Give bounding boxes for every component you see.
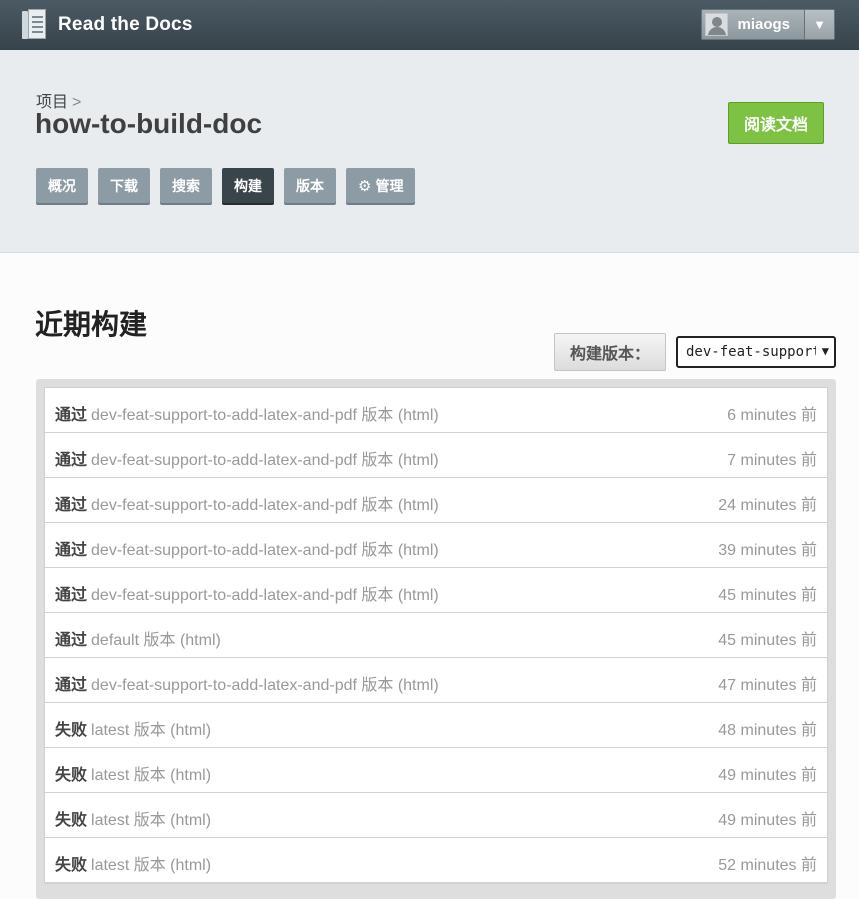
build-status: 失败 latest 版本 (html) — [55, 851, 211, 875]
username: miaogs — [737, 16, 790, 33]
build-row[interactable]: 通过 dev-feat-support-to-add-latex-and-pdf … — [45, 478, 827, 523]
build-status: 通过 dev-feat-support-to-add-latex-and-pdf … — [55, 491, 439, 515]
tab-search[interactable]: 搜索 — [160, 168, 212, 203]
build-status: 通过 dev-feat-support-to-add-latex-and-pdf … — [55, 446, 439, 470]
build-time: 6 minutes 前 — [727, 407, 817, 424]
build-status-label: 失败 — [55, 857, 88, 874]
build-row[interactable]: 通过 default 版本 (html) 45 minutes 前 — [45, 613, 827, 658]
tab-label: 下载 — [110, 177, 138, 194]
build-description: latest 版本 (html) — [91, 767, 212, 784]
build-description: default 版本 (html) — [91, 632, 221, 649]
tab-label: 管理 — [375, 177, 404, 194]
tab-label: 概况 — [48, 177, 76, 194]
build-status: 失败 latest 版本 (html) — [55, 806, 211, 830]
build-status-label: 通过 — [55, 632, 88, 649]
top-navbar: Read the Docs miaogs ▼ — [0, 0, 859, 50]
build-description: dev-feat-support-to-add-latex-and-pdf 版本… — [91, 587, 439, 604]
build-row[interactable]: 通过 dev-feat-support-to-add-latex-and-pdf … — [45, 568, 827, 613]
build-version-label: 构建版本： — [554, 333, 666, 371]
build-time: 45 minutes 前 — [718, 587, 817, 604]
build-status: 失败 latest 版本 (html) — [55, 716, 211, 740]
page-title[interactable]: how-to-build-doc — [35, 108, 262, 140]
build-row[interactable]: 失败 latest 版本 (html) 52 minutes 前 — [45, 838, 827, 883]
build-description: dev-feat-support-to-add-latex-and-pdf 版本… — [91, 497, 439, 514]
build-status-label: 失败 — [55, 812, 88, 829]
avatar — [705, 13, 729, 36]
build-status-label: 通过 — [55, 497, 88, 514]
build-status: 通过 default 版本 (html) — [55, 626, 221, 650]
tab-admin[interactable]: ⚙ 管理 — [346, 168, 416, 203]
user-menu[interactable]: miaogs ▼ — [701, 9, 835, 40]
build-description: dev-feat-support-to-add-latex-and-pdf 版本… — [91, 407, 439, 424]
build-row[interactable]: 失败 latest 版本 (html) 49 minutes 前 — [45, 793, 827, 838]
build-description: dev-feat-support-to-add-latex-and-pdf 版本… — [91, 452, 439, 469]
build-time: 49 minutes 前 — [718, 812, 817, 829]
read-docs-button[interactable]: 阅读文档 — [728, 102, 824, 144]
build-time: 48 minutes 前 — [718, 722, 817, 739]
build-time: 39 minutes 前 — [718, 542, 817, 559]
build-status-label: 通过 — [55, 587, 88, 604]
build-list-container: 通过 dev-feat-support-to-add-latex-and-pdf … — [36, 379, 836, 899]
build-status: 通过 dev-feat-support-to-add-latex-and-pdf … — [55, 671, 439, 695]
build-description: latest 版本 (html) — [91, 722, 212, 739]
build-description: dev-feat-support-to-add-latex-and-pdf 版本… — [91, 542, 439, 559]
brand-link[interactable]: Read the Docs — [22, 8, 193, 42]
build-status: 通过 dev-feat-support-to-add-latex-and-pdf … — [55, 581, 439, 605]
build-status-label: 通过 — [55, 542, 88, 559]
build-time: 47 minutes 前 — [718, 677, 817, 694]
version-select[interactable]: dev-feat-support-to-add-latex-and-pdf ▼ — [676, 336, 836, 368]
tab-downloads[interactable]: 下载 — [98, 168, 150, 203]
build-row[interactable]: 失败 latest 版本 (html) 49 minutes 前 — [45, 748, 827, 793]
build-status: 失败 latest 版本 (html) — [55, 761, 211, 785]
chevron-down-icon: ▼ — [821, 344, 829, 358]
project-tabs: 概况 下载 搜索 构建 版本 ⚙ 管理 — [36, 168, 425, 203]
tab-label: 构建 — [234, 177, 262, 194]
gear-icon: ⚙ — [358, 177, 372, 195]
section-title: 近期构建 — [35, 309, 148, 340]
build-status-label: 通过 — [55, 407, 88, 424]
build-status: 通过 dev-feat-support-to-add-latex-and-pdf … — [55, 536, 439, 560]
builds-section: 近期构建 构建版本： dev-feat-support-to-add-latex… — [0, 253, 859, 899]
book-icon — [22, 9, 48, 41]
tab-builds[interactable]: 构建 — [222, 168, 274, 203]
build-row[interactable]: 通过 dev-feat-support-to-add-latex-and-pdf … — [45, 658, 827, 703]
tab-versions[interactable]: 版本 — [284, 168, 336, 203]
build-row[interactable]: 通过 dev-feat-support-to-add-latex-and-pdf … — [45, 523, 827, 568]
version-select-value: dev-feat-support-to-add-latex-and-pdf — [686, 344, 816, 360]
tab-label: 搜索 — [172, 177, 200, 194]
user-profile-link[interactable]: miaogs — [702, 10, 804, 39]
build-time: 49 minutes 前 — [718, 767, 817, 784]
build-description: dev-feat-support-to-add-latex-and-pdf 版本… — [91, 677, 439, 694]
brand-name: Read the Docs — [58, 14, 193, 35]
build-status-label: 失败 — [55, 767, 88, 784]
tab-overview[interactable]: 概况 — [36, 168, 88, 203]
build-status: 通过 dev-feat-support-to-add-latex-and-pdf … — [55, 401, 439, 425]
build-time: 24 minutes 前 — [718, 497, 817, 514]
build-status-label: 失败 — [55, 722, 88, 739]
tab-label: 版本 — [296, 177, 324, 194]
build-row[interactable]: 通过 dev-feat-support-to-add-latex-and-pdf … — [45, 388, 827, 433]
build-description: latest 版本 (html) — [91, 812, 212, 829]
build-description: latest 版本 (html) — [91, 857, 212, 874]
user-dropdown-toggle[interactable]: ▼ — [804, 10, 834, 39]
build-list: 通过 dev-feat-support-to-add-latex-and-pdf … — [44, 387, 828, 884]
project-header: 项目 > how-to-build-doc 阅读文档 概况 下载 搜索 构建 版本… — [0, 50, 859, 253]
build-time: 52 minutes 前 — [718, 857, 817, 874]
build-time: 45 minutes 前 — [718, 632, 817, 649]
build-row[interactable]: 失败 latest 版本 (html) 48 minutes 前 — [45, 703, 827, 748]
build-status-label: 通过 — [55, 452, 88, 469]
build-time: 7 minutes 前 — [727, 452, 817, 469]
build-row[interactable]: 通过 dev-feat-support-to-add-latex-and-pdf … — [45, 433, 827, 478]
build-status-label: 通过 — [55, 677, 88, 694]
